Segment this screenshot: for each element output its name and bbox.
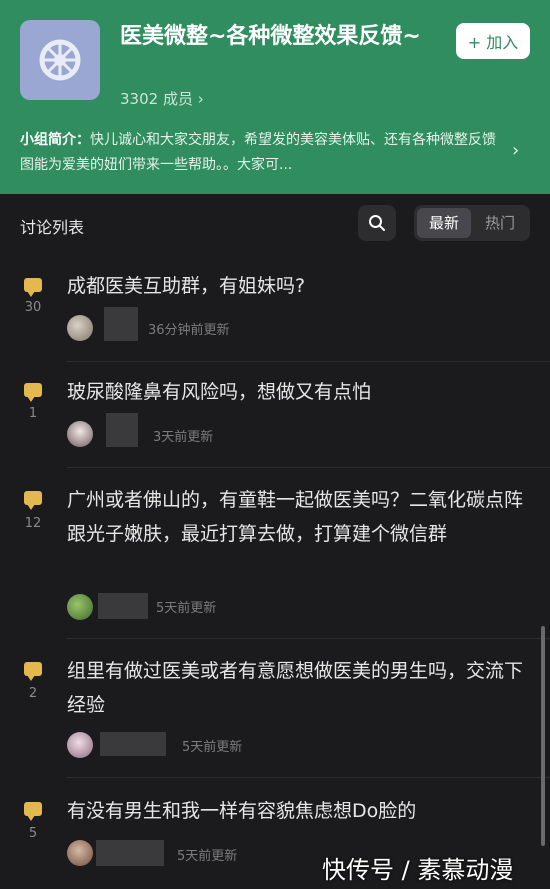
search-icon xyxy=(369,215,385,231)
comment-count: 1 xyxy=(28,406,38,421)
update-time: 36分钟前更新 xyxy=(148,323,230,338)
user-name-redacted[interactable] xyxy=(98,593,148,619)
user-avatar[interactable] xyxy=(67,594,93,620)
discussion-list-bar: 讨论列表 最新 热门 xyxy=(0,194,550,256)
watermark-text: 快传号 / 素慕动漫 xyxy=(322,856,514,884)
post-title: 组里有做过医美或者有意愿想做医美的男生吗，交流下经验 xyxy=(67,660,524,716)
comment-bubble-icon xyxy=(24,662,42,681)
sort-toggle: 最新 热门 xyxy=(414,205,530,241)
intro-label: 小组简介： xyxy=(20,132,90,148)
comment-count: 5 xyxy=(28,826,38,841)
post-title: 有没有男生和我一样有容貌焦虑想Do脸的 xyxy=(67,800,417,822)
sort-new-tab[interactable]: 最新 xyxy=(417,208,471,238)
update-time: 5天前更新 xyxy=(182,740,243,755)
intro-text: 快儿诚心和大家交朋友，希望发的美容美体贴、还有各种微整反馈图能为爱美的妞们带来一… xyxy=(20,132,496,173)
comment-count: 30 xyxy=(24,300,42,315)
user-avatar[interactable] xyxy=(67,315,93,341)
post-title: 玻尿酸隆鼻有风险吗，想做又有点怕 xyxy=(67,381,372,403)
post-item[interactable]: 1 玻尿酸隆鼻有风险吗，想做又有点怕 3天前更新 xyxy=(0,362,550,467)
user-name-redacted[interactable] xyxy=(96,840,164,866)
comment-count: 2 xyxy=(28,686,38,701)
update-time: 3天前更新 xyxy=(153,430,214,445)
post-item[interactable]: 2 组里有做过医美或者有意愿想做医美的男生吗，交流下经验 5天前更新 xyxy=(0,639,550,777)
user-avatar[interactable] xyxy=(67,421,93,447)
sort-hot-tab[interactable]: 热门 xyxy=(473,205,527,241)
group-logo-icon xyxy=(39,39,81,81)
group-title: 医美微整~各种微整效果反馈~ xyxy=(120,24,421,49)
member-count-link[interactable]: 3302 成员 › xyxy=(120,88,204,109)
user-name-redacted[interactable] xyxy=(106,413,138,447)
join-button[interactable]: + 加入 xyxy=(456,23,530,59)
update-time: 5天前更新 xyxy=(156,601,217,616)
scrollbar[interactable] xyxy=(541,626,545,846)
post-title: 广州或者佛山的，有童鞋一起做医美吗？二氧化碳点阵跟光子嫩肤，最近打算去做，打算建… xyxy=(67,489,524,545)
group-header: 医美微整~各种微整效果反馈~ 3302 成员 › + 加入 小组简介：快儿诚心和… xyxy=(0,0,550,194)
user-name-redacted[interactable] xyxy=(104,307,138,341)
comment-bubble-icon xyxy=(24,278,42,297)
search-button[interactable] xyxy=(358,205,396,241)
user-avatar[interactable] xyxy=(67,840,93,866)
chevron-right-icon[interactable]: › xyxy=(512,140,519,161)
post-item[interactable]: 12 广州或者佛山的，有童鞋一起做医美吗？二氧化碳点阵跟光子嫩肤，最近打算去做，… xyxy=(0,468,550,638)
group-avatar[interactable] xyxy=(20,20,100,100)
comment-bubble-icon xyxy=(24,802,42,821)
comment-bubble-icon xyxy=(24,383,42,402)
user-avatar[interactable] xyxy=(67,732,93,758)
post-title: 成都医美互助群，有姐妹吗? xyxy=(67,275,306,297)
discussion-list-title: 讨论列表 xyxy=(20,218,85,237)
update-time: 5天前更新 xyxy=(177,849,238,864)
user-name-redacted[interactable] xyxy=(100,732,166,756)
post-item[interactable]: 30 成都医美互助群，有姐妹吗? 36分钟前更新 xyxy=(0,256,550,361)
comment-bubble-icon xyxy=(24,491,42,510)
comment-count: 12 xyxy=(24,516,42,531)
group-intro[interactable]: 小组简介：快儿诚心和大家交朋友，希望发的美容美体贴、还有各种微整反馈图能为爱美的… xyxy=(20,128,500,178)
